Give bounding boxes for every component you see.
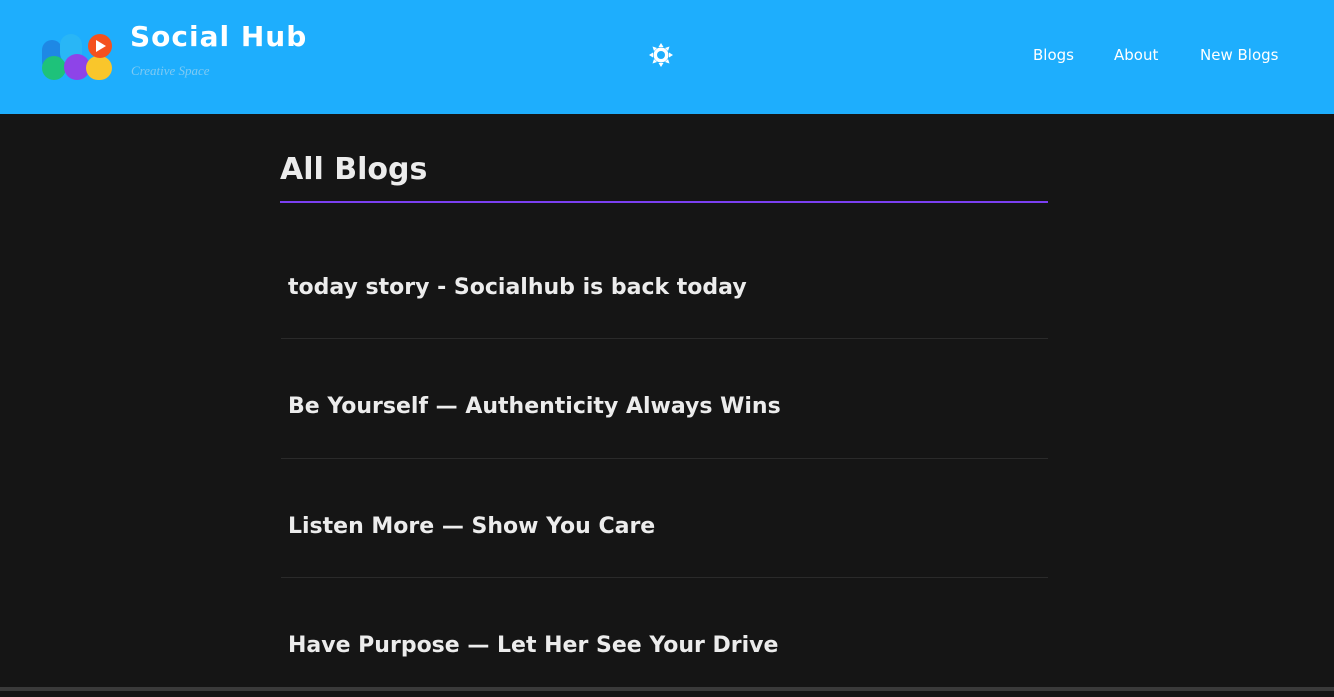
blog-title[interactable]: today story - Socialhub is back today	[288, 275, 747, 300]
nav-link-new-blogs[interactable]: New Blogs	[1200, 46, 1278, 64]
brand-title[interactable]: Social Hub	[130, 20, 307, 53]
brand-subtitle: Creative Space	[131, 63, 210, 78]
nav-link-about[interactable]: About	[1114, 46, 1158, 64]
nav-link-blogs[interactable]: Blogs	[1033, 46, 1074, 64]
horizontal-scrollbar[interactable]	[0, 687, 1334, 691]
blog-title[interactable]: Listen More — Show You Care	[288, 514, 655, 539]
blog-title[interactable]: Be Yourself — Authenticity Always Wins	[288, 394, 781, 419]
blog-list-item[interactable]: Be Yourself — Authenticity Always Wins	[281, 340, 1048, 459]
blog-list-item[interactable]: today story - Socialhub is back today	[281, 220, 1048, 339]
title-divider	[280, 201, 1048, 203]
page-title: All Blogs	[280, 152, 428, 187]
blog-list-item[interactable]: Have Purpose — Let Her See Your Drive	[281, 578, 1048, 697]
sun-icon[interactable]	[648, 42, 674, 68]
blog-list-item[interactable]: Listen More — Show You Care	[281, 459, 1048, 578]
top-header: Social Hub Creative Space Blogs About Ne…	[0, 0, 1334, 114]
blog-title[interactable]: Have Purpose — Let Her See Your Drive	[288, 633, 778, 658]
social-hub-logo-icon[interactable]	[40, 30, 116, 84]
